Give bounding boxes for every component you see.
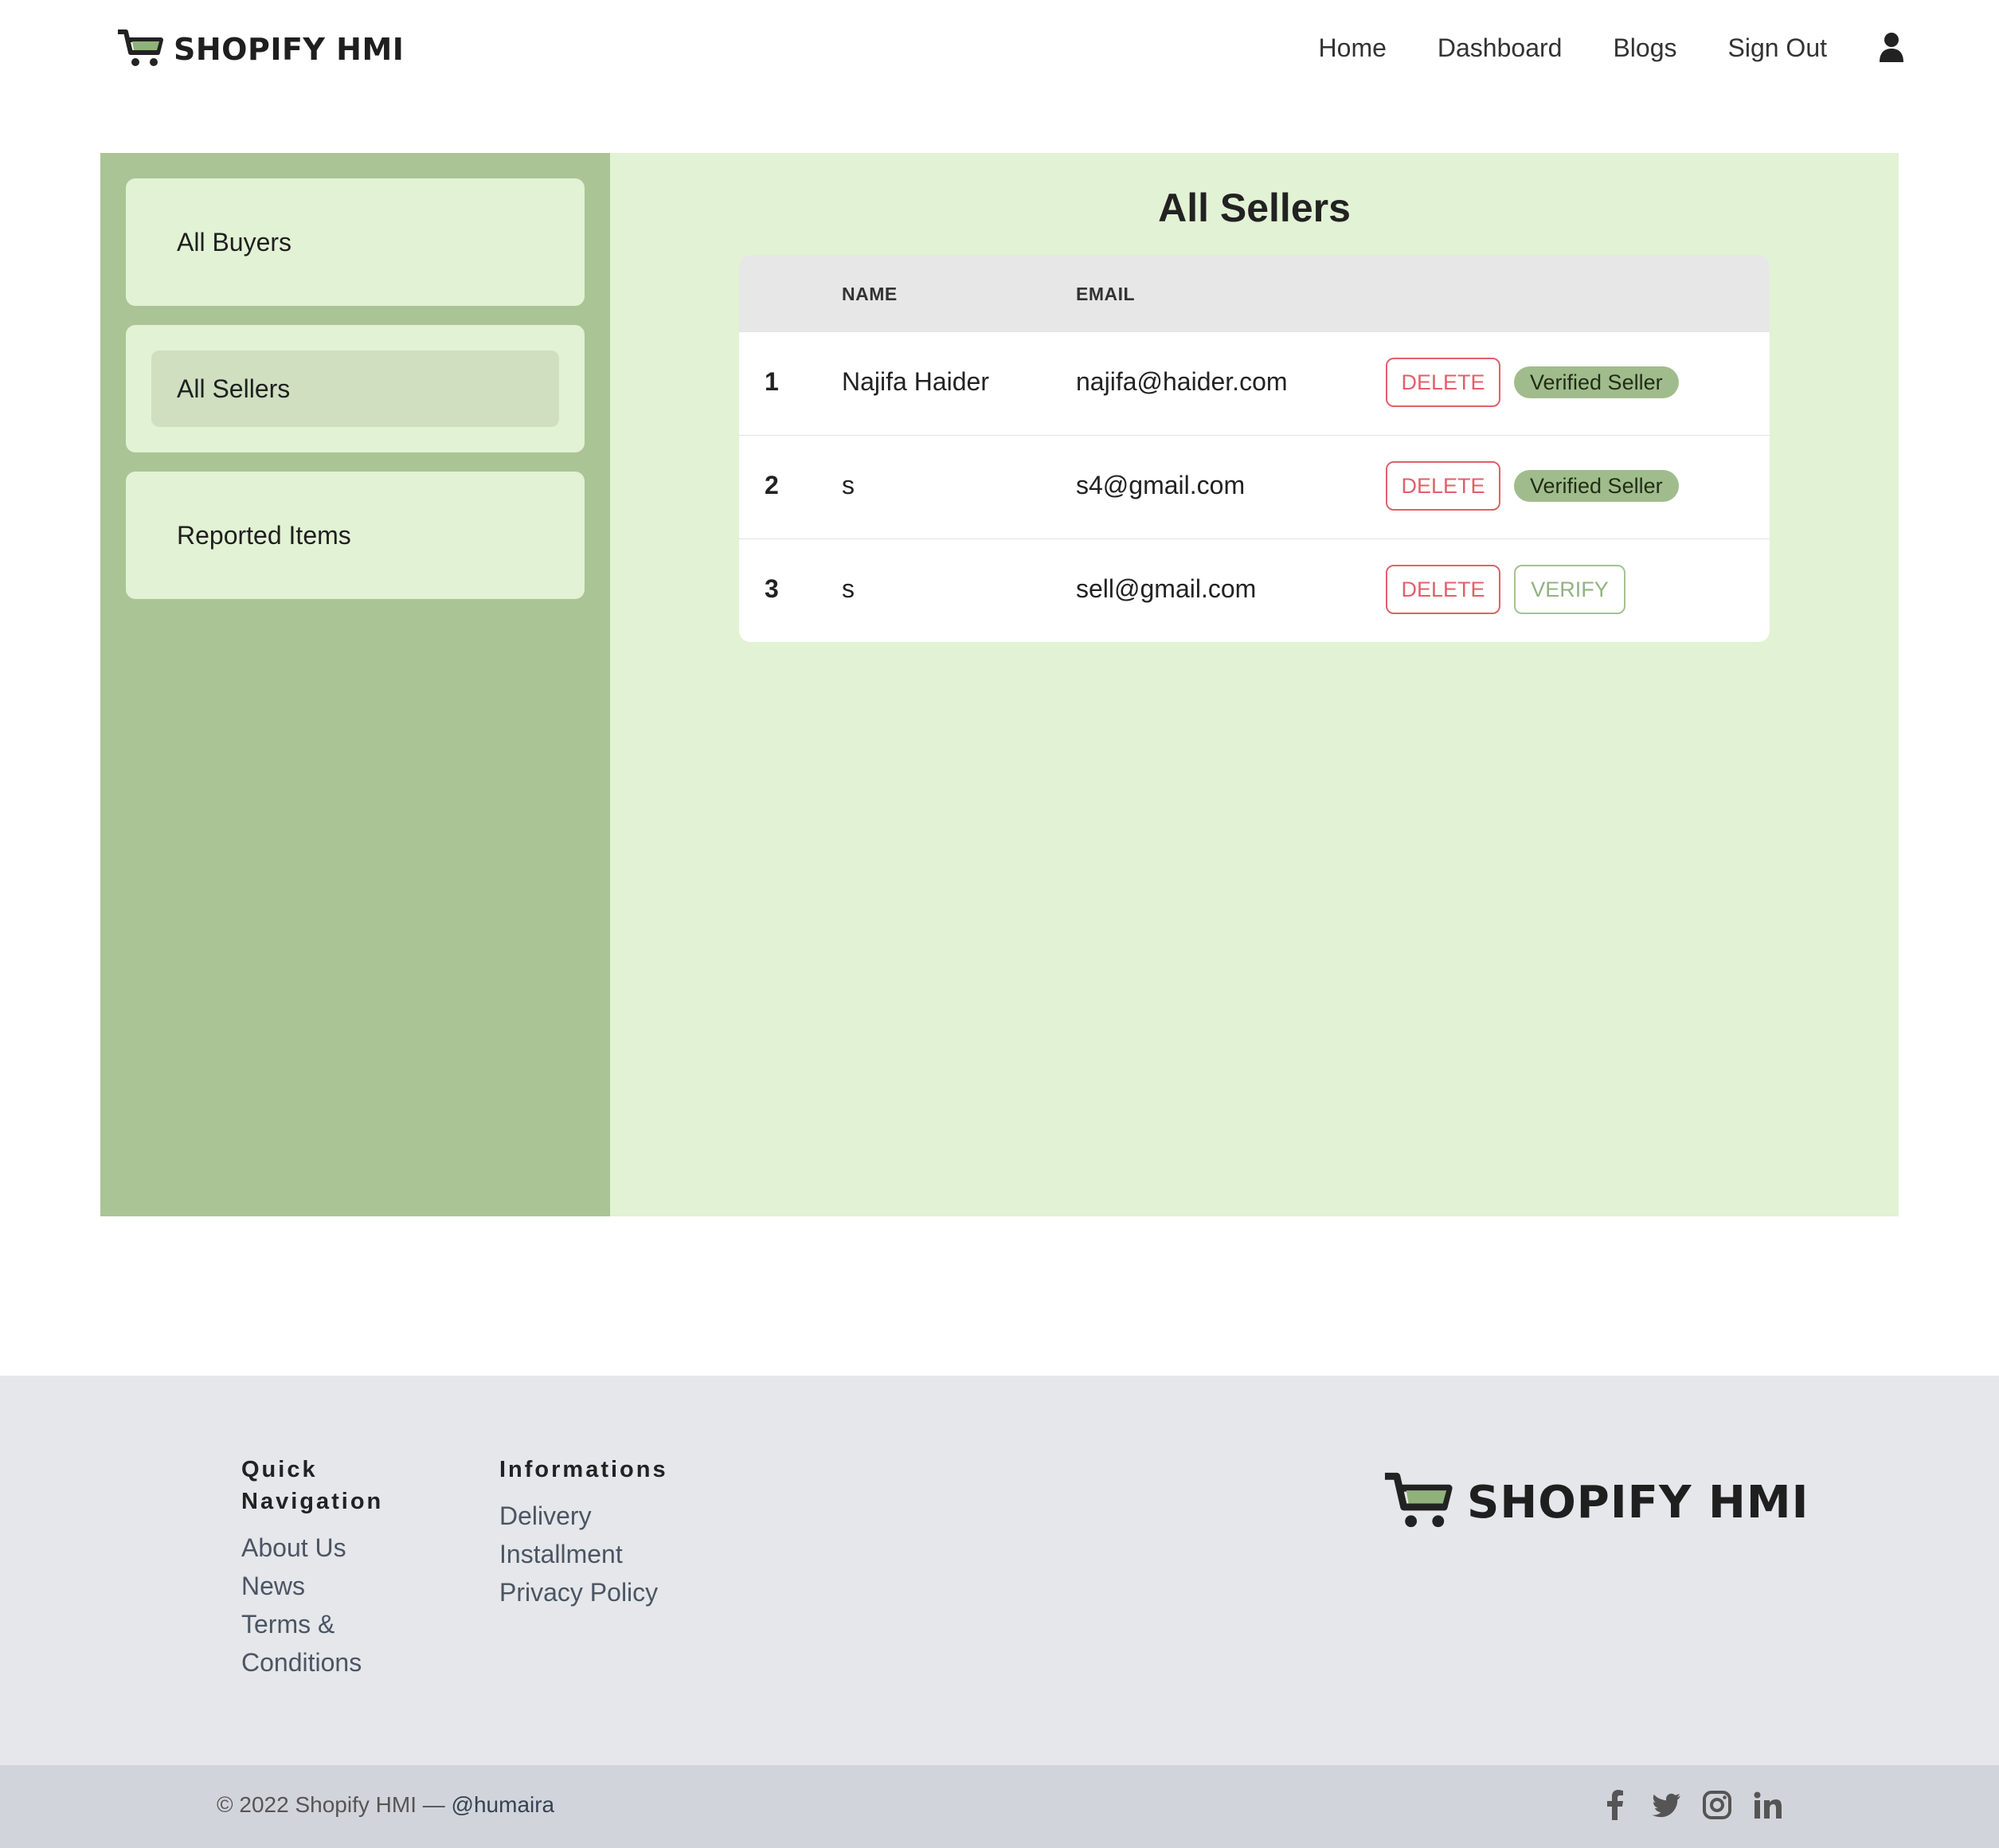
nav-home[interactable]: Home — [1319, 33, 1387, 63]
seller-email: s4@gmail.com — [1076, 471, 1246, 499]
verified-seller-badge: Verified Seller — [1514, 366, 1679, 398]
sidebar: All Buyers All Sellers Reported Items — [100, 153, 610, 1216]
footer-bottom-bar: © 2022 Shopify HMI — @humaira — [0, 1765, 1999, 1848]
nav-blogs[interactable]: Blogs — [1613, 33, 1676, 63]
table-row: 3 s sell@gmail.com DELETE VERIFY — [739, 538, 1770, 642]
table-row: 2 s s4@gmail.com DELETE Verified Seller — [739, 435, 1770, 538]
delete-button[interactable]: DELETE — [1386, 565, 1500, 614]
page-title: All Sellers — [1158, 186, 1351, 230]
table-row: 1 Najifa Haider najifa@haider.com DELETE… — [739, 331, 1770, 435]
row-number: 1 — [765, 367, 779, 396]
delete-button[interactable]: DELETE — [1386, 358, 1500, 407]
shopping-cart-icon — [118, 29, 163, 66]
seller-email: sell@gmail.com — [1076, 574, 1257, 603]
sidebar-item-all-sellers[interactable]: All Sellers — [151, 350, 559, 427]
column-header-name: NAME — [842, 284, 898, 304]
footer-informations: Informations Delivery Installment Privac… — [499, 1454, 668, 1611]
footer-link-conditions[interactable]: Conditions — [241, 1643, 383, 1682]
footer-link-privacy-policy[interactable]: Privacy Policy — [499, 1573, 668, 1611]
heading-line: Quick — [241, 1457, 318, 1482]
facebook-icon[interactable] — [1601, 1789, 1629, 1821]
shopping-cart-icon — [1384, 1472, 1453, 1528]
footer-heading-quick-navigation: Quick Navigation — [241, 1454, 383, 1517]
footer-link-news[interactable]: News — [241, 1567, 383, 1605]
author-handle-link[interactable]: @humaira — [452, 1792, 555, 1817]
sidebar-card-reported: Reported Items — [126, 472, 585, 599]
footer-link-about-us[interactable]: About Us — [241, 1529, 383, 1567]
sellers-table: NAME EMAIL 1 Najifa Haider najifa@haider… — [739, 255, 1770, 642]
heading-line: Navigation — [241, 1489, 384, 1514]
nav-sign-out[interactable]: Sign Out — [1727, 33, 1827, 63]
linkedin-icon[interactable] — [1754, 1789, 1782, 1821]
footer-brand-name: SHOPIFY HMI — [1467, 1476, 1809, 1529]
sidebar-item-reported-items[interactable]: Reported Items — [151, 497, 559, 574]
footer: Quick Navigation About Us News Terms & C… — [0, 1376, 1999, 1765]
footer-brand-logo[interactable]: SHOPIFY HMI — [1383, 1471, 1809, 1533]
copyright-prefix: © 2022 Shopify HMI — — [217, 1792, 445, 1817]
sidebar-item-all-buyers[interactable]: All Buyers — [151, 204, 559, 280]
user-icon[interactable] — [1878, 32, 1905, 64]
footer-link-terms[interactable]: Terms & — [241, 1605, 383, 1643]
sidebar-card-sellers: All Sellers — [126, 325, 585, 452]
footer-link-installment[interactable]: Installment — [499, 1535, 668, 1573]
footer-heading-informations: Informations — [499, 1457, 668, 1482]
instagram-icon[interactable] — [1703, 1789, 1731, 1821]
seller-name: s — [842, 574, 855, 603]
twitter-icon[interactable] — [1652, 1789, 1680, 1821]
delete-button[interactable]: DELETE — [1386, 461, 1500, 511]
footer-quick-navigation: Quick Navigation About Us News Terms & C… — [241, 1454, 383, 1682]
table-header: NAME EMAIL — [739, 255, 1770, 331]
main-nav: Home Dashboard Blogs Sign Out — [1319, 32, 1905, 64]
copyright-text: © 2022 Shopify HMI — @humaira — [217, 1792, 554, 1818]
main-content: All Sellers NAME EMAIL 1 Najifa Haider n… — [610, 153, 1899, 1216]
nav-dashboard[interactable]: Dashboard — [1438, 33, 1563, 63]
row-number: 2 — [765, 471, 779, 499]
brand-name: SHOPIFY HMI — [174, 32, 405, 67]
verify-button[interactable]: VERIFY — [1514, 565, 1625, 614]
seller-name: s — [842, 471, 855, 499]
footer-link-delivery[interactable]: Delivery — [499, 1497, 668, 1535]
dashboard-panel: All Buyers All Sellers Reported Items Al… — [100, 153, 1899, 1216]
row-number: 3 — [765, 574, 779, 603]
brand-logo[interactable]: SHOPIFY HMI — [116, 29, 404, 70]
verified-seller-badge: Verified Seller — [1514, 470, 1679, 502]
seller-name: Najifa Haider — [842, 367, 989, 396]
sidebar-card-buyers: All Buyers — [126, 178, 585, 306]
seller-email: najifa@haider.com — [1076, 367, 1288, 396]
column-header-email: EMAIL — [1076, 284, 1136, 304]
social-links — [1601, 1789, 1782, 1821]
top-navbar: SHOPIFY HMI Home Dashboard Blogs Sign Ou… — [0, 0, 1999, 104]
